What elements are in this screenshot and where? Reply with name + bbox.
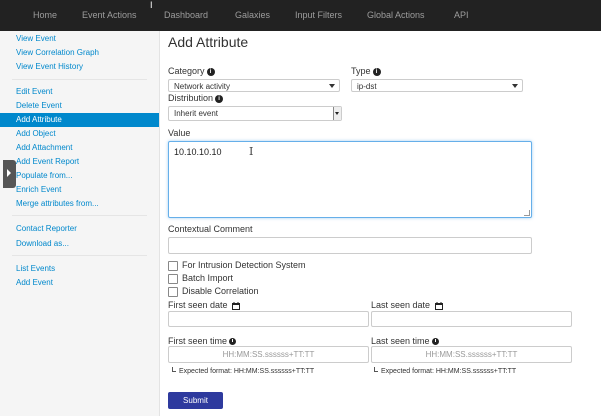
first-seen-date-label: First seen date	[168, 300, 241, 310]
text-cursor-icon: I	[150, 0, 153, 10]
sidebar-item-merge-attributes[interactable]: Merge attributes from...	[16, 199, 99, 208]
category-select[interactable]: Network activity	[168, 79, 340, 92]
contextual-comment-label: Contextual Comment	[168, 224, 253, 234]
sidebar-item-download-as[interactable]: Download as...	[16, 239, 69, 248]
first-seen-time-format-hint: Expected format: HH:MM:SS.ssssss+TT:TT	[172, 367, 314, 375]
nav-galaxies[interactable]: Galaxies	[235, 10, 270, 20]
last-seen-time-label: Last seen time	[371, 336, 439, 346]
clock-icon	[431, 338, 439, 346]
corner-arrow-icon	[172, 367, 176, 372]
sidebar-item-add-event[interactable]: Add Event	[16, 278, 53, 287]
clock-icon	[229, 338, 237, 346]
chevron-down-icon	[512, 84, 518, 88]
resize-handle-icon[interactable]	[524, 210, 530, 216]
first-seen-time-input[interactable]: HH:MM:SS.ssssss+TT:TT	[168, 346, 369, 363]
nav-home[interactable]: Home	[33, 10, 57, 20]
last-seen-time-text: Last seen time	[371, 336, 430, 346]
nav-event-actions[interactable]: Event Actions	[82, 10, 137, 20]
category-label-text: Category	[168, 66, 205, 76]
sidebar-item-label: Add Attribute	[16, 115, 62, 124]
info-icon[interactable]: i	[372, 67, 381, 76]
batch-import-checkbox-row[interactable]: Batch Import	[168, 273, 233, 284]
value-textarea[interactable]: 10.10.10.10 I	[168, 141, 532, 218]
nav-api[interactable]: API	[454, 10, 469, 20]
type-label-text: Type	[351, 66, 371, 76]
disable-correlation-label: Disable Correlation	[182, 286, 259, 296]
ids-checkbox-label: For Intrusion Detection System	[182, 260, 306, 270]
distribution-selected-value: Inherit event	[174, 109, 219, 118]
submit-button[interactable]: Submit	[168, 392, 223, 409]
sidebar-item-view-event-history[interactable]: View Event History	[16, 62, 83, 71]
corner-arrow-icon	[374, 367, 378, 372]
last-seen-format-text: Expected format: HH:MM:SS.ssssss+TT:TT	[381, 368, 517, 375]
chevron-down-icon	[329, 84, 335, 88]
batch-import-label: Batch Import	[182, 273, 234, 283]
sidebar-collapse-toggle[interactable]	[3, 160, 16, 188]
category-selected-value: Network activity	[174, 82, 231, 91]
first-seen-time-placeholder: HH:MM:SS.ssssss+TT:TT	[222, 350, 315, 359]
nav-global-actions[interactable]: Global Actions	[367, 10, 425, 20]
sidebar-item-view-correlation-graph[interactable]: View Correlation Graph	[16, 48, 99, 57]
first-seen-time-text: First seen time	[168, 336, 228, 346]
distribution-select[interactable]: Inherit event	[168, 106, 342, 121]
value-label: Value	[168, 128, 191, 138]
calendar-icon	[434, 301, 443, 310]
info-icon[interactable]: i	[206, 67, 215, 76]
disable-correlation-checkbox-row[interactable]: Disable Correlation	[168, 286, 259, 297]
sidebar-item-populate-from[interactable]: Populate from...	[16, 171, 72, 180]
last-seen-time-placeholder: HH:MM:SS.ssssss+TT:TT	[425, 350, 518, 359]
first-seen-format-text: Expected format: HH:MM:SS.ssssss+TT:TT	[179, 368, 315, 375]
sidebar-item-list-events[interactable]: List Events	[16, 264, 55, 273]
top-navbar: Home Event Actions Dashboard Galaxies In…	[0, 0, 601, 31]
sidebar-item-edit-event[interactable]: Edit Event	[16, 87, 52, 96]
type-select[interactable]: ip-dst	[351, 79, 523, 92]
sidebar-divider	[12, 215, 147, 216]
sidebar: View Event View Correlation Graph View E…	[0, 31, 160, 416]
contextual-comment-input[interactable]	[168, 237, 532, 254]
sidebar-item-add-attribute[interactable]: Add Attribute	[0, 113, 159, 127]
batch-import-checkbox[interactable]	[168, 273, 178, 284]
sidebar-item-delete-event[interactable]: Delete Event	[16, 101, 62, 110]
disable-correlation-checkbox[interactable]	[168, 286, 178, 297]
last-seen-date-input[interactable]	[371, 311, 572, 327]
first-seen-time-label: First seen time	[168, 336, 237, 346]
sidebar-item-view-event[interactable]: View Event	[16, 34, 56, 43]
last-seen-time-input[interactable]: HH:MM:SS.ssssss+TT:TT	[371, 346, 572, 363]
type-selected-value: ip-dst	[357, 82, 377, 91]
category-label: Category i	[168, 66, 215, 76]
chevron-down-icon	[333, 107, 341, 120]
ids-checkbox[interactable]	[168, 260, 178, 271]
value-text: 10.10.10.10	[174, 147, 222, 157]
nav-input-filters[interactable]: Input Filters	[295, 10, 342, 20]
last-seen-date-text: Last seen date	[371, 300, 431, 310]
nav-dashboard[interactable]: Dashboard	[164, 10, 208, 20]
calendar-icon	[232, 301, 241, 310]
sidebar-divider	[12, 255, 147, 256]
first-seen-date-input[interactable]	[168, 311, 369, 327]
sidebar-item-enrich-event[interactable]: Enrich Event	[16, 185, 61, 194]
distribution-label: Distribution i	[168, 93, 224, 103]
last-seen-date-label: Last seen date	[371, 300, 443, 310]
sidebar-item-contact-reporter[interactable]: Contact Reporter	[16, 224, 77, 233]
type-label: Type i	[351, 66, 381, 76]
page-title: Add Attribute	[168, 34, 249, 50]
distribution-label-text: Distribution	[168, 93, 214, 103]
text-cursor-icon: I	[249, 145, 254, 158]
info-icon[interactable]: i	[215, 94, 224, 103]
sidebar-divider	[12, 79, 147, 80]
chevron-right-icon	[7, 169, 11, 177]
sidebar-item-add-event-report[interactable]: Add Event Report	[16, 157, 79, 166]
sidebar-item-add-object[interactable]: Add Object	[16, 129, 56, 138]
sidebar-item-add-attachment[interactable]: Add Attachment	[16, 143, 72, 152]
first-seen-date-text: First seen date	[168, 300, 228, 310]
last-seen-time-format-hint: Expected format: HH:MM:SS.ssssss+TT:TT	[374, 367, 516, 375]
ids-checkbox-row[interactable]: For Intrusion Detection System	[168, 260, 306, 271]
